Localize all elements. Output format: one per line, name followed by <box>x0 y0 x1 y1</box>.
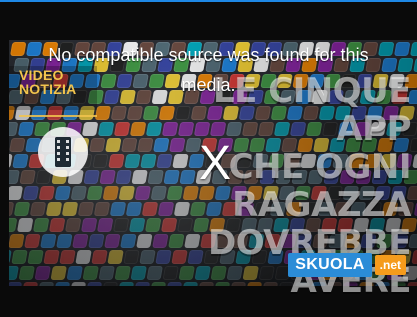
error-line-1: No compatible source was found for this <box>48 45 369 65</box>
logo-main: SKUOLA <box>288 253 372 277</box>
skuola-logo: SKUOLA .net <box>288 252 406 278</box>
error-line-2: media. <box>181 75 236 95</box>
banner-underline <box>19 115 97 117</box>
logo-suffix: .net <box>374 255 406 275</box>
film-icon <box>55 137 71 167</box>
headline-line-3: RAGAZZA <box>232 185 411 225</box>
film-badge <box>38 127 88 177</box>
close-icon[interactable]: X <box>195 139 235 189</box>
video-player: VIDEO NOTIZIA LE CINQUE APP CHE OGNI RAG… <box>0 0 417 317</box>
playback-error-message: No compatible source was found for this … <box>0 40 417 100</box>
